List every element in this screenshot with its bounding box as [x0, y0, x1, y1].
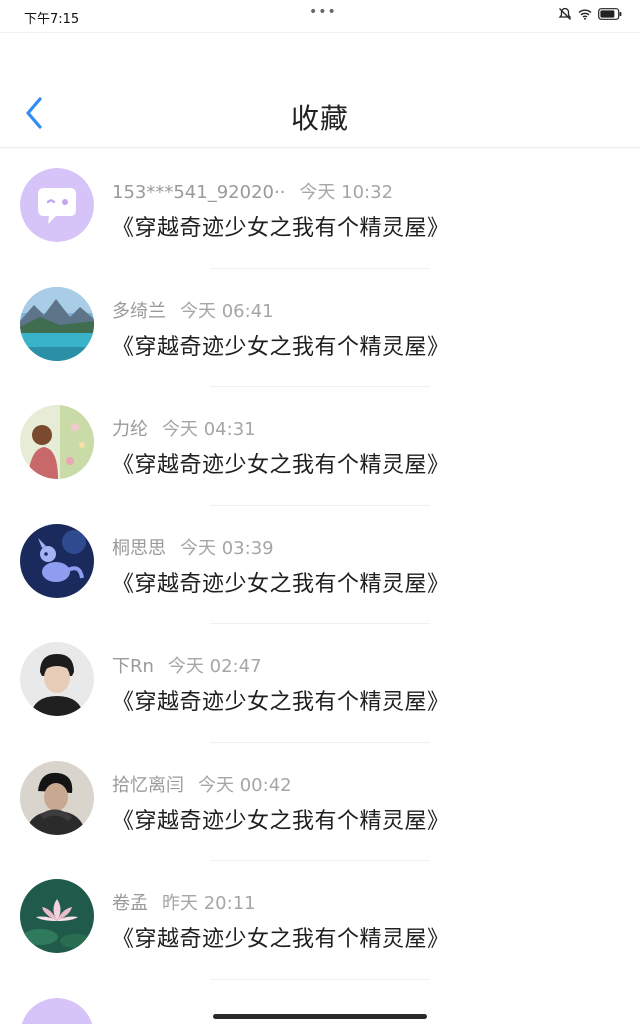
night-creature-avatar[interactable]	[20, 523, 94, 598]
item-meta: 多绮兰 今天 06:41	[112, 297, 274, 323]
item-time: 今天 10:32	[299, 182, 394, 203]
status-time: 下午7:15	[24, 12, 80, 27]
item-title[interactable]: 《穿越奇迹少女之我有个精灵屋》	[112, 684, 450, 716]
chat-bubble-avatar	[20, 998, 94, 1024]
status-bar: 下午7:15 •••	[0, 0, 640, 32]
item-title[interactable]: 《穿越奇迹少女之我有个精灵屋》	[112, 447, 450, 479]
item-title[interactable]: 《穿越奇迹少女之我有个精灵屋》	[112, 921, 450, 953]
list-item[interactable]: 下Rn 今天 02:47 《穿越奇迹少女之我有个精灵屋》	[0, 624, 640, 743]
item-title[interactable]: 《穿越奇迹少女之我有个精灵屋》	[112, 329, 450, 361]
battery-icon	[598, 8, 622, 20]
user-name: 153***541_92020··	[112, 182, 286, 203]
list-item[interactable]: 多绮兰 今天 06:41 《穿越奇迹少女之我有个精灵屋》	[0, 269, 640, 387]
navigation-bar: 收藏	[0, 32, 640, 148]
item-meta: 153***541_92020·· 今天 10:32	[112, 178, 393, 204]
user-name: 多绮兰	[112, 300, 166, 322]
item-time: 今天 00:42	[198, 774, 292, 796]
list-item[interactable]: 拾忆离闫 今天 00:42 《穿越奇迹少女之我有个精灵屋》	[0, 743, 640, 861]
girl-flowers-avatar[interactable]	[20, 405, 94, 479]
list-item[interactable]: 桐思思 今天 03:39 《穿越奇迹少女之我有个精灵屋》	[0, 506, 640, 624]
item-title[interactable]: 《穿越奇迹少女之我有个精灵屋》	[112, 803, 450, 835]
item-meta: 拾忆离闫 今天 00:42	[112, 771, 292, 797]
item-title[interactable]: 《穿越奇迹少女之我有个精灵屋》	[112, 210, 450, 242]
item-time: 今天 03:39	[180, 537, 274, 559]
user-name: 拾忆离闫	[112, 774, 184, 796]
user-name: 卷孟	[112, 893, 148, 914]
user-name: 下Rn	[112, 656, 154, 677]
favorites-list: 153***541_92020·· 今天 10:32 《穿越奇迹少女之我有个精灵屋…	[0, 150, 640, 980]
list-item[interactable]: 力纶 今天 04:31 《穿越奇迹少女之我有个精灵屋》	[0, 387, 640, 506]
boy-portrait-avatar[interactable]	[20, 642, 94, 716]
item-time: 今天 02:47	[167, 656, 262, 677]
item-time: 今天 04:31	[162, 419, 256, 440]
list-item[interactable]: 153***541_92020·· 今天 10:32 《穿越奇迹少女之我有个精灵屋…	[0, 150, 640, 269]
page-title: 收藏	[290, 102, 349, 135]
status-icons	[558, 7, 622, 21]
lake-mountain-avatar[interactable]	[20, 286, 94, 361]
user-name: 力纶	[112, 419, 148, 440]
item-meta: 桐思思 今天 03:39	[112, 534, 274, 560]
item-meta: 下Rn 今天 02:47	[112, 652, 262, 678]
user-name: 桐思思	[112, 537, 166, 559]
item-meta: 卷孟 昨天 20:11	[112, 889, 256, 915]
lotus-avatar[interactable]	[20, 879, 94, 953]
item-meta: 力纶 今天 04:31	[112, 415, 256, 441]
mute-icon	[558, 7, 572, 20]
list-item[interactable]: 卷孟 昨天 20:11 《穿越奇迹少女之我有个精灵屋》	[0, 861, 640, 980]
home-indicator[interactable]	[213, 1014, 427, 1019]
item-time: 昨天 20:11	[162, 893, 256, 914]
man-portrait-avatar[interactable]	[20, 760, 94, 835]
chat-bubble-avatar[interactable]	[20, 168, 94, 242]
wifi-icon	[578, 9, 592, 20]
multitask-dots[interactable]: •••	[309, 4, 337, 20]
item-title[interactable]: 《穿越奇迹少女之我有个精灵屋》	[112, 566, 450, 598]
item-time: 今天 06:41	[180, 300, 274, 322]
